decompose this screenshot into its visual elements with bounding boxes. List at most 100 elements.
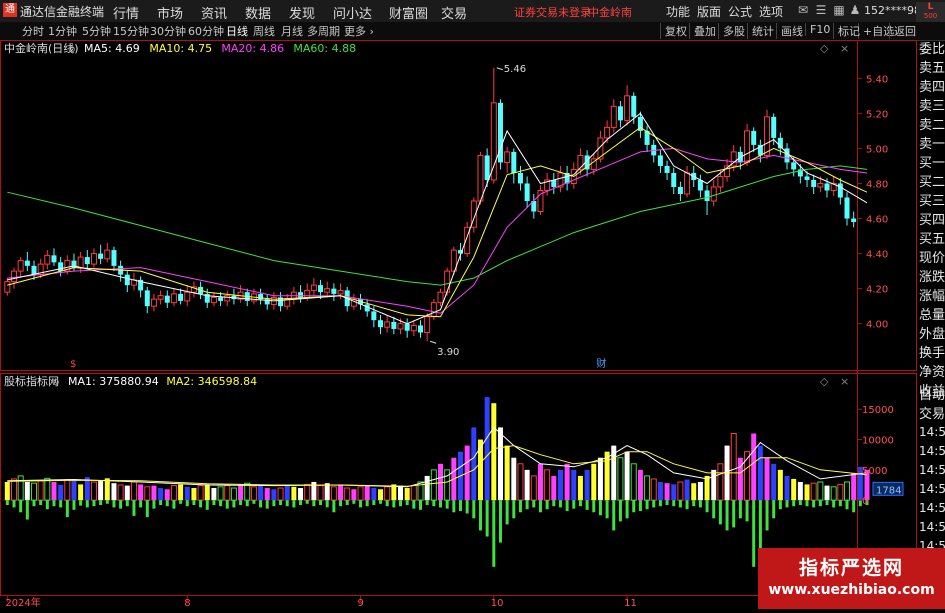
menu-item-wealth-circle[interactable]: 财富圈 bbox=[389, 3, 428, 22]
indicator-bottom-bar bbox=[272, 500, 276, 507]
side-tab-3[interactable]: 卖三 bbox=[919, 97, 945, 116]
price-axis: 5.40 5.20 5.00 4.80 4.60 4.40 4.20 4.00 bbox=[857, 74, 888, 331]
candle-up bbox=[624, 95, 631, 121]
indicator-top-bar bbox=[697, 481, 703, 501]
indicator-top-bar bbox=[517, 463, 524, 501]
f10-button[interactable]: F10 bbox=[805, 23, 830, 36]
tick-time-0[interactable]: 14:56 bbox=[919, 423, 945, 442]
chevron-right-icon: › bbox=[366, 25, 374, 38]
menu-item-layout[interactable]: 版面 bbox=[697, 3, 721, 20]
menu-item-news[interactable]: 资讯 bbox=[201, 3, 227, 22]
indicator-top-bar bbox=[684, 479, 690, 501]
indicator-top-bar bbox=[357, 486, 364, 501]
login-status[interactable]: 证券交易未登录 bbox=[514, 4, 591, 20]
side-tab-10[interactable]: 买五 bbox=[919, 230, 945, 249]
tick-time-1[interactable]: 14:56 bbox=[919, 442, 945, 461]
indicator-bottom-bar bbox=[232, 500, 236, 508]
tick-time-2[interactable]: 14:56 bbox=[919, 461, 945, 480]
period-5min[interactable]: 5分钟 bbox=[82, 23, 111, 39]
period-15min[interactable]: 15分钟 bbox=[113, 23, 149, 39]
side-tab-2[interactable]: 卖四 bbox=[919, 78, 945, 97]
mark-button[interactable]: 标记 bbox=[833, 23, 860, 39]
side-tab-1[interactable]: 卖五 bbox=[919, 59, 945, 78]
menu-item-options[interactable]: 选项 bbox=[759, 3, 783, 20]
indicator-top-bar bbox=[117, 484, 124, 501]
candle-up bbox=[384, 321, 391, 328]
back-button[interactable]: 返回 bbox=[889, 23, 916, 39]
tick-time-5[interactable]: 14:56 bbox=[919, 518, 945, 537]
menu-item-formula[interactable]: 公式 bbox=[728, 3, 752, 20]
candle-up bbox=[430, 302, 437, 318]
period-weekly[interactable]: 周线 bbox=[253, 23, 275, 39]
indicator-bottom-bar bbox=[645, 500, 649, 510]
indicator-bottom-bar bbox=[678, 500, 682, 508]
candle-up bbox=[337, 289, 344, 295]
side-tab-16[interactable]: 换手 bbox=[919, 344, 945, 363]
period-60min[interactable]: 60分钟 bbox=[188, 23, 224, 39]
side-tab-4[interactable]: 卖二 bbox=[919, 116, 945, 135]
draw-line-button[interactable]: 画线 bbox=[776, 23, 803, 39]
candle-up bbox=[210, 296, 217, 304]
period-monthly[interactable]: 月线 bbox=[281, 23, 303, 39]
candle-down bbox=[697, 179, 703, 191]
legend-item-ma60: MA60: 4.88 bbox=[293, 42, 356, 55]
candle-down bbox=[218, 297, 224, 301]
indicator-bottom-bar bbox=[345, 500, 349, 505]
auto-trade-tab-1[interactable]: 交易 bbox=[919, 405, 945, 424]
auto-trade-tab-0[interactable]: 自动 bbox=[919, 386, 945, 405]
side-tab-6[interactable]: 买一 bbox=[919, 154, 945, 173]
tick-time-4[interactable]: 14:56 bbox=[919, 499, 945, 518]
candle-up bbox=[710, 186, 717, 202]
statistics-button[interactable]: 统计 bbox=[747, 23, 774, 39]
menu-item-discover[interactable]: 发现 bbox=[289, 3, 315, 22]
message-icon[interactable]: ✉ bbox=[797, 4, 809, 16]
menu-item-data[interactable]: 数据 bbox=[245, 3, 271, 22]
chat-icon[interactable]: ☰ bbox=[815, 4, 827, 16]
period-30min[interactable]: 30分钟 bbox=[150, 23, 186, 39]
indicator-bottom-bar bbox=[652, 500, 656, 508]
menu-item-quotes[interactable]: 行情 bbox=[113, 3, 139, 22]
level-badge-letter: L bbox=[927, 2, 934, 12]
tick-time-3[interactable]: 14:56 bbox=[919, 480, 945, 499]
overlay-button[interactable]: 叠加 bbox=[689, 23, 716, 39]
candle-up bbox=[170, 293, 177, 304]
indicator-bottom-bar bbox=[745, 500, 749, 522]
price-annotations: 5.46 3.90 $ 财 ◇ × bbox=[70, 42, 849, 370]
side-tab-8[interactable]: 买三 bbox=[919, 192, 945, 211]
period-daily[interactable]: 日线 bbox=[226, 23, 248, 39]
menu-item-functions[interactable]: 功能 bbox=[666, 3, 690, 20]
side-tab-13[interactable]: 涨幅 bbox=[919, 287, 945, 306]
indicator-top-bar bbox=[544, 469, 551, 501]
side-tab-9[interactable]: 买四 bbox=[919, 211, 945, 230]
indicator-bottom-bar bbox=[392, 500, 396, 508]
multi-stock-button[interactable]: 多股 bbox=[718, 23, 745, 39]
indicator-top-bar bbox=[524, 469, 530, 501]
indicator-top-bar bbox=[624, 451, 630, 501]
grid-icon[interactable]: ▦ bbox=[833, 4, 845, 16]
period-1min[interactable]: 1分钟 bbox=[48, 23, 77, 39]
period-multi[interactable]: 多周期 bbox=[307, 23, 340, 39]
indicator-top-bar bbox=[597, 457, 603, 501]
menu-item-trade[interactable]: 交易 bbox=[441, 3, 467, 22]
side-tab-0[interactable]: 委比 bbox=[919, 40, 945, 59]
chart-area[interactable]: 5.40 5.20 5.00 4.80 4.60 4.40 4.20 4.00 5.46 3.9… bbox=[0, 40, 917, 608]
user-icon[interactable]: ♟ bbox=[849, 4, 861, 16]
adjust-button[interactable]: 复权 bbox=[660, 23, 687, 39]
menu-item-market[interactable]: 市场 bbox=[157, 3, 183, 22]
indicator-bottom-bar bbox=[585, 500, 589, 510]
side-tab-5[interactable]: 卖一 bbox=[919, 135, 945, 154]
period-more[interactable]: 更多 › bbox=[344, 23, 374, 39]
period-intraday[interactable]: 分时 bbox=[22, 23, 44, 39]
side-tab-12[interactable]: 涨跌 bbox=[919, 268, 945, 287]
candle-down bbox=[664, 165, 670, 173]
level-badge: L 500 bbox=[916, 2, 945, 22]
indicator-bottom-bar bbox=[598, 500, 602, 516]
side-tab-11[interactable]: 现价 bbox=[919, 249, 945, 268]
side-tab-7[interactable]: 买二 bbox=[919, 173, 945, 192]
menu-item-ask[interactable]: 问小达 bbox=[333, 3, 372, 22]
indicator-bottom-bar bbox=[492, 500, 496, 567]
side-tab-15[interactable]: 外盘 bbox=[919, 325, 945, 344]
side-tab-14[interactable]: 总量 bbox=[919, 306, 945, 325]
side-tab-17[interactable]: 净资 bbox=[919, 363, 945, 382]
indicator-bottom-bar bbox=[339, 500, 343, 507]
